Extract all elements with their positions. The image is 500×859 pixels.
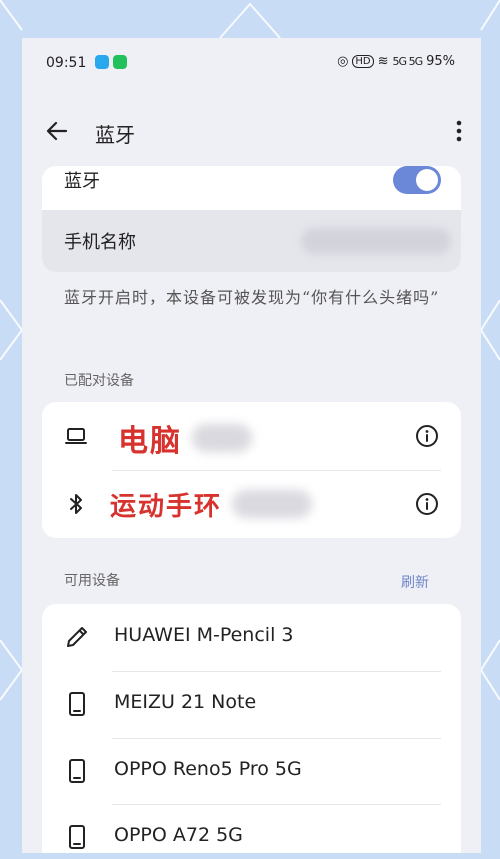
available-device-name: OPPO Reno5 Pro 5G bbox=[114, 758, 302, 780]
bluetooth-label: 蓝牙 bbox=[64, 171, 100, 192]
info-icon[interactable] bbox=[415, 492, 439, 516]
phone-icon bbox=[69, 759, 85, 783]
app-header: 蓝牙 bbox=[22, 110, 481, 156]
toggle-knob bbox=[416, 169, 438, 191]
available-device-row[interactable]: MEIZU 21 Note bbox=[42, 671, 461, 737]
paired-devices-title: 已配对设备 bbox=[64, 373, 134, 389]
status-indicators: ◎ HD ≋ 5G 5G 95% bbox=[337, 54, 455, 69]
available-device-row[interactable]: HUAWEI M-Pencil 3 bbox=[42, 604, 461, 670]
available-device-row[interactable]: OPPO A72 5G bbox=[42, 804, 461, 859]
device-name-value-redacted bbox=[301, 228, 451, 254]
bluetooth-toggle-row: 蓝牙 bbox=[42, 166, 461, 210]
paired-device-row[interactable]: 电脑 bbox=[42, 402, 461, 470]
bluetooth-toggle[interactable] bbox=[393, 166, 441, 194]
hd-icon: HD bbox=[352, 55, 374, 68]
phone-icon bbox=[69, 825, 85, 849]
pencil-icon bbox=[67, 627, 87, 647]
status-time: 09:51 bbox=[46, 55, 87, 71]
redaction-scribble bbox=[192, 424, 252, 452]
page-title: 蓝牙 bbox=[95, 123, 135, 147]
info-icon[interactable] bbox=[415, 424, 439, 448]
device-name-label: 手机名称 bbox=[64, 232, 136, 253]
phone-icon bbox=[69, 692, 85, 716]
device-name-row[interactable]: 手机名称 bbox=[42, 210, 461, 272]
available-device-name: HUAWEI M-Pencil 3 bbox=[114, 624, 294, 646]
status-notification-icons bbox=[95, 55, 127, 69]
available-device-name: OPPO A72 5G bbox=[114, 824, 243, 846]
redaction-scribble bbox=[232, 490, 312, 518]
bottom-edge bbox=[22, 853, 481, 859]
refresh-button[interactable]: 刷新 bbox=[401, 572, 429, 592]
bluetooth-icon bbox=[70, 494, 82, 514]
visibility-description: 蓝牙开启时，本设备可被发现为“你有什么头绪吗” bbox=[64, 288, 440, 307]
more-vertical-icon[interactable] bbox=[449, 116, 469, 146]
available-devices-card: HUAWEI M-Pencil 3 MEIZU 21 Note OPPO Ren… bbox=[42, 604, 461, 859]
phone-screen: 09:51 ◎ HD ≋ 5G 5G 95% 蓝牙 蓝牙 手机名称 蓝牙开启时，… bbox=[22, 38, 481, 859]
available-device-row[interactable]: OPPO Reno5 Pro 5G bbox=[42, 738, 461, 804]
paired-devices-card: 电脑 运动手环 bbox=[42, 402, 461, 538]
arrow-left-icon[interactable] bbox=[44, 118, 70, 144]
available-device-name: MEIZU 21 Note bbox=[114, 691, 257, 713]
signal-icon: 5G 5G bbox=[392, 55, 424, 68]
message-app-icon bbox=[113, 55, 127, 69]
laptop-icon bbox=[65, 428, 87, 444]
available-devices-title: 可用设备 bbox=[64, 573, 120, 589]
bluetooth-settings-card: 蓝牙 手机名称 bbox=[42, 166, 461, 272]
qq-app-icon bbox=[95, 55, 109, 69]
paired-device-row[interactable]: 运动手环 bbox=[42, 470, 461, 538]
paired-device-name: 电脑 bbox=[118, 424, 182, 459]
wifi-icon: ≋ bbox=[377, 54, 389, 69]
paired-device-name: 运动手环 bbox=[110, 492, 223, 522]
alarm-icon: ◎ bbox=[337, 54, 349, 69]
battery-level: 95% bbox=[426, 54, 455, 69]
status-bar: 09:51 ◎ HD ≋ 5G 5G 95% bbox=[22, 38, 481, 90]
